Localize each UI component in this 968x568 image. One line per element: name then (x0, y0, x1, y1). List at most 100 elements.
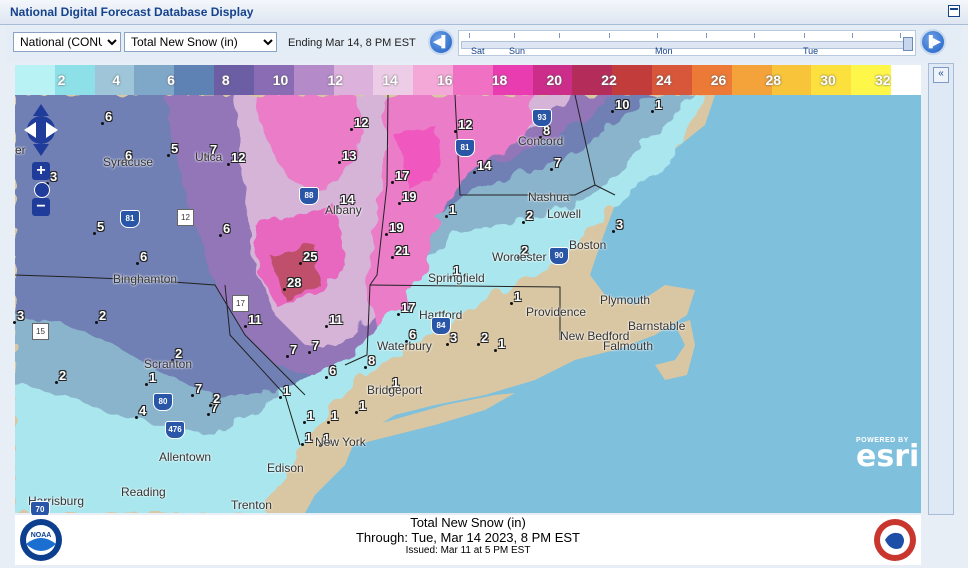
snowfall-value: 7 (290, 342, 298, 357)
esri-logo: esri (856, 439, 920, 474)
station-dot (286, 355, 289, 358)
station-dot (385, 233, 388, 236)
snowfall-value: 25 (303, 249, 318, 264)
station-dot (101, 122, 104, 125)
pan-up-icon[interactable] (33, 104, 49, 116)
collapse-panel-icon[interactable]: « (933, 67, 949, 83)
footer-through: Through: Tue, Mar 14 2023, 8 PM EST (355, 530, 580, 545)
station-dot (167, 154, 170, 157)
pan-control[interactable] (24, 104, 60, 160)
station-dot (227, 163, 230, 166)
highway-shield: 88 (299, 187, 319, 205)
snowfall-value: 13 (342, 148, 357, 163)
snowfall-value: 1 (283, 383, 291, 398)
window-titlebar: National Digital Forecast Database Displ… (0, 0, 968, 25)
snowfall-value: 19 (402, 189, 417, 204)
legend-label: 14 (382, 72, 398, 88)
legend-label: 12 (327, 72, 344, 88)
highway-shield: 81 (455, 139, 475, 157)
time-slider[interactable]: Sat Sun Mon Tue (458, 30, 916, 56)
map-navigation: + − (24, 104, 60, 216)
snowfall-value: 2 (481, 330, 489, 345)
footer-issued: Issued: Mar 11 at 5 PM EST (405, 545, 531, 556)
snowfall-value: 5 (97, 219, 105, 234)
station-dot (355, 411, 358, 414)
city-label: Trenton (231, 498, 272, 512)
snowfall-value: 1 (449, 202, 457, 217)
time-slider-track[interactable] (461, 41, 913, 49)
station-dot (473, 171, 476, 174)
station-dot (522, 221, 525, 224)
highway-shield: 15 (32, 323, 49, 340)
snowfall-value: 1 (655, 97, 663, 112)
legend-label: 8 (221, 72, 230, 88)
station-dot (550, 168, 553, 171)
city-label: Barnstable (628, 319, 686, 333)
snowfall-value: 8 (368, 353, 376, 368)
station-dot (391, 181, 394, 184)
station-dot (244, 325, 247, 328)
maximize-icon[interactable] (948, 5, 960, 17)
zoom-in-button[interactable]: + (32, 162, 50, 180)
snowfall-value: 2 (526, 208, 534, 223)
station-dot (219, 234, 222, 237)
city-label: Concord (518, 134, 564, 148)
snowfall-value: 11 (248, 312, 262, 327)
step-forward-icon[interactable]: ▐▶ (920, 29, 946, 55)
esri-attribution[interactable]: POWERED BY esri (856, 437, 920, 474)
station-dot (611, 110, 614, 113)
station-dot (299, 262, 302, 265)
region-select[interactable]: National (CONUS) (13, 32, 121, 52)
city-label: Scranton (144, 357, 193, 371)
station-dot (454, 130, 457, 133)
snowfall-value: 28 (287, 275, 302, 290)
snowfall-value: 6 (223, 221, 231, 236)
station-dot (391, 256, 394, 259)
snowfall-value: 1 (514, 289, 522, 304)
city-label: New York (315, 435, 366, 449)
snowfall-value: 11 (329, 312, 343, 327)
snowfall-value: 1 (307, 408, 315, 423)
tick (900, 33, 901, 38)
snowfall-value: 1 (149, 370, 157, 385)
snowfall-value: 12 (354, 115, 369, 130)
highway-shield: 476 (165, 421, 185, 439)
legend-label: 2 (57, 72, 66, 88)
legend-label: 20 (546, 72, 563, 88)
highway-shield: 80 (153, 393, 173, 411)
station-dot (325, 325, 328, 328)
highway-shield: 93 (532, 109, 552, 127)
station-dot (325, 376, 328, 379)
station-dot (446, 343, 449, 346)
snowfall-value: 3 (450, 330, 458, 345)
tick (559, 33, 560, 38)
city-label: Bridgeport (367, 383, 423, 397)
legend-label: 18 (491, 72, 508, 88)
snowfall-value: 1 (359, 398, 367, 413)
snowfall-value: 3 (616, 217, 624, 232)
tick (657, 33, 658, 38)
city-label: Allentown (159, 450, 212, 464)
ending-time-label: Ending Mar 14, 8 PM EST (288, 37, 416, 49)
station-dot (651, 110, 654, 113)
timeline-day-label: Sat (471, 46, 485, 56)
element-select[interactable]: Total New Snow (in) (124, 32, 277, 52)
zoom-out-button[interactable]: − (32, 198, 50, 216)
legend-label: 4 (112, 72, 121, 88)
highway-shield: 12 (177, 209, 194, 226)
station-dot (145, 383, 148, 386)
legend-label: 32 (874, 72, 891, 88)
snowfall-value: 3 (17, 308, 25, 323)
station-dot (494, 349, 497, 352)
toolbar: National (CONUS) Total New Snow (in) End… (6, 26, 962, 62)
globe-icon[interactable] (34, 182, 50, 198)
legend-label: 10 (272, 72, 289, 88)
snowfall-value: 10 (615, 97, 630, 112)
city-label: Syracuse (103, 155, 154, 169)
tick (469, 33, 470, 38)
pan-down-icon[interactable] (33, 144, 49, 156)
time-slider-thumb[interactable] (903, 37, 913, 51)
step-back-icon[interactable]: ◀▌ (428, 29, 454, 55)
footer-title: Total New Snow (in) (410, 515, 526, 530)
city-label: Springfield (428, 271, 485, 285)
